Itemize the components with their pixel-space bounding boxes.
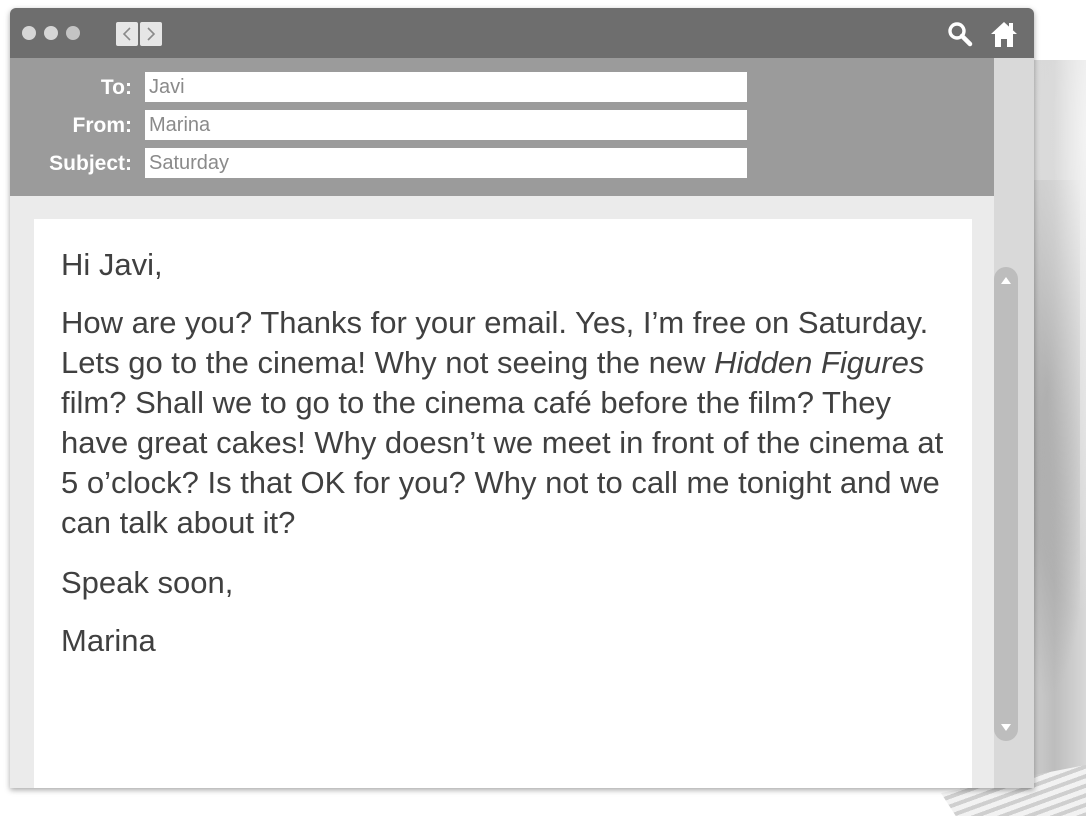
- close-window-dot-icon[interactable]: [22, 26, 36, 40]
- email-header: To: Javi From: Marina Subject: Saturday: [10, 58, 994, 196]
- scroll-down-icon[interactable]: [998, 719, 1014, 735]
- film-title: Hidden Figures: [714, 345, 925, 380]
- to-label: To:: [100, 76, 132, 99]
- message-text: film? Shall we to go to the cinema café …: [61, 385, 944, 540]
- subject-row: Subject: Saturday: [10, 148, 994, 180]
- message-greeting: Hi Javi,: [61, 247, 163, 282]
- subject-field[interactable]: Saturday: [145, 148, 747, 178]
- scrollbar[interactable]: [994, 267, 1018, 741]
- to-field[interactable]: Javi: [145, 72, 747, 102]
- scroll-up-icon[interactable]: [998, 273, 1014, 289]
- from-label: From:: [72, 114, 133, 137]
- back-arrow-icon: [122, 27, 131, 41]
- zoom-window-dot-icon[interactable]: [66, 26, 80, 40]
- home-icon[interactable]: [990, 20, 1018, 48]
- forward-arrow-icon: [147, 27, 156, 41]
- back-button[interactable]: [116, 22, 138, 46]
- message-paragraph: How are you? Thanks for your email. Yes,…: [61, 303, 945, 543]
- from-row: From: Marina: [10, 110, 994, 142]
- message-closing: Speak soon,: [61, 565, 234, 600]
- message-body[interactable]: Hi Javi, How are you? Thanks for your em…: [34, 219, 972, 788]
- title-bar: [10, 8, 1034, 58]
- subject-label: Subject:: [49, 152, 132, 175]
- search-icon[interactable]: [946, 20, 974, 48]
- email-window: To: Javi From: Marina Subject: Saturday …: [10, 8, 1034, 788]
- forward-button[interactable]: [140, 22, 162, 46]
- message-area: Hi Javi, How are you? Thanks for your em…: [10, 196, 994, 788]
- from-field[interactable]: Marina: [145, 110, 747, 140]
- message-signature: Marina: [61, 623, 156, 658]
- minimize-window-dot-icon[interactable]: [44, 26, 58, 40]
- to-row: To: Javi: [10, 72, 994, 104]
